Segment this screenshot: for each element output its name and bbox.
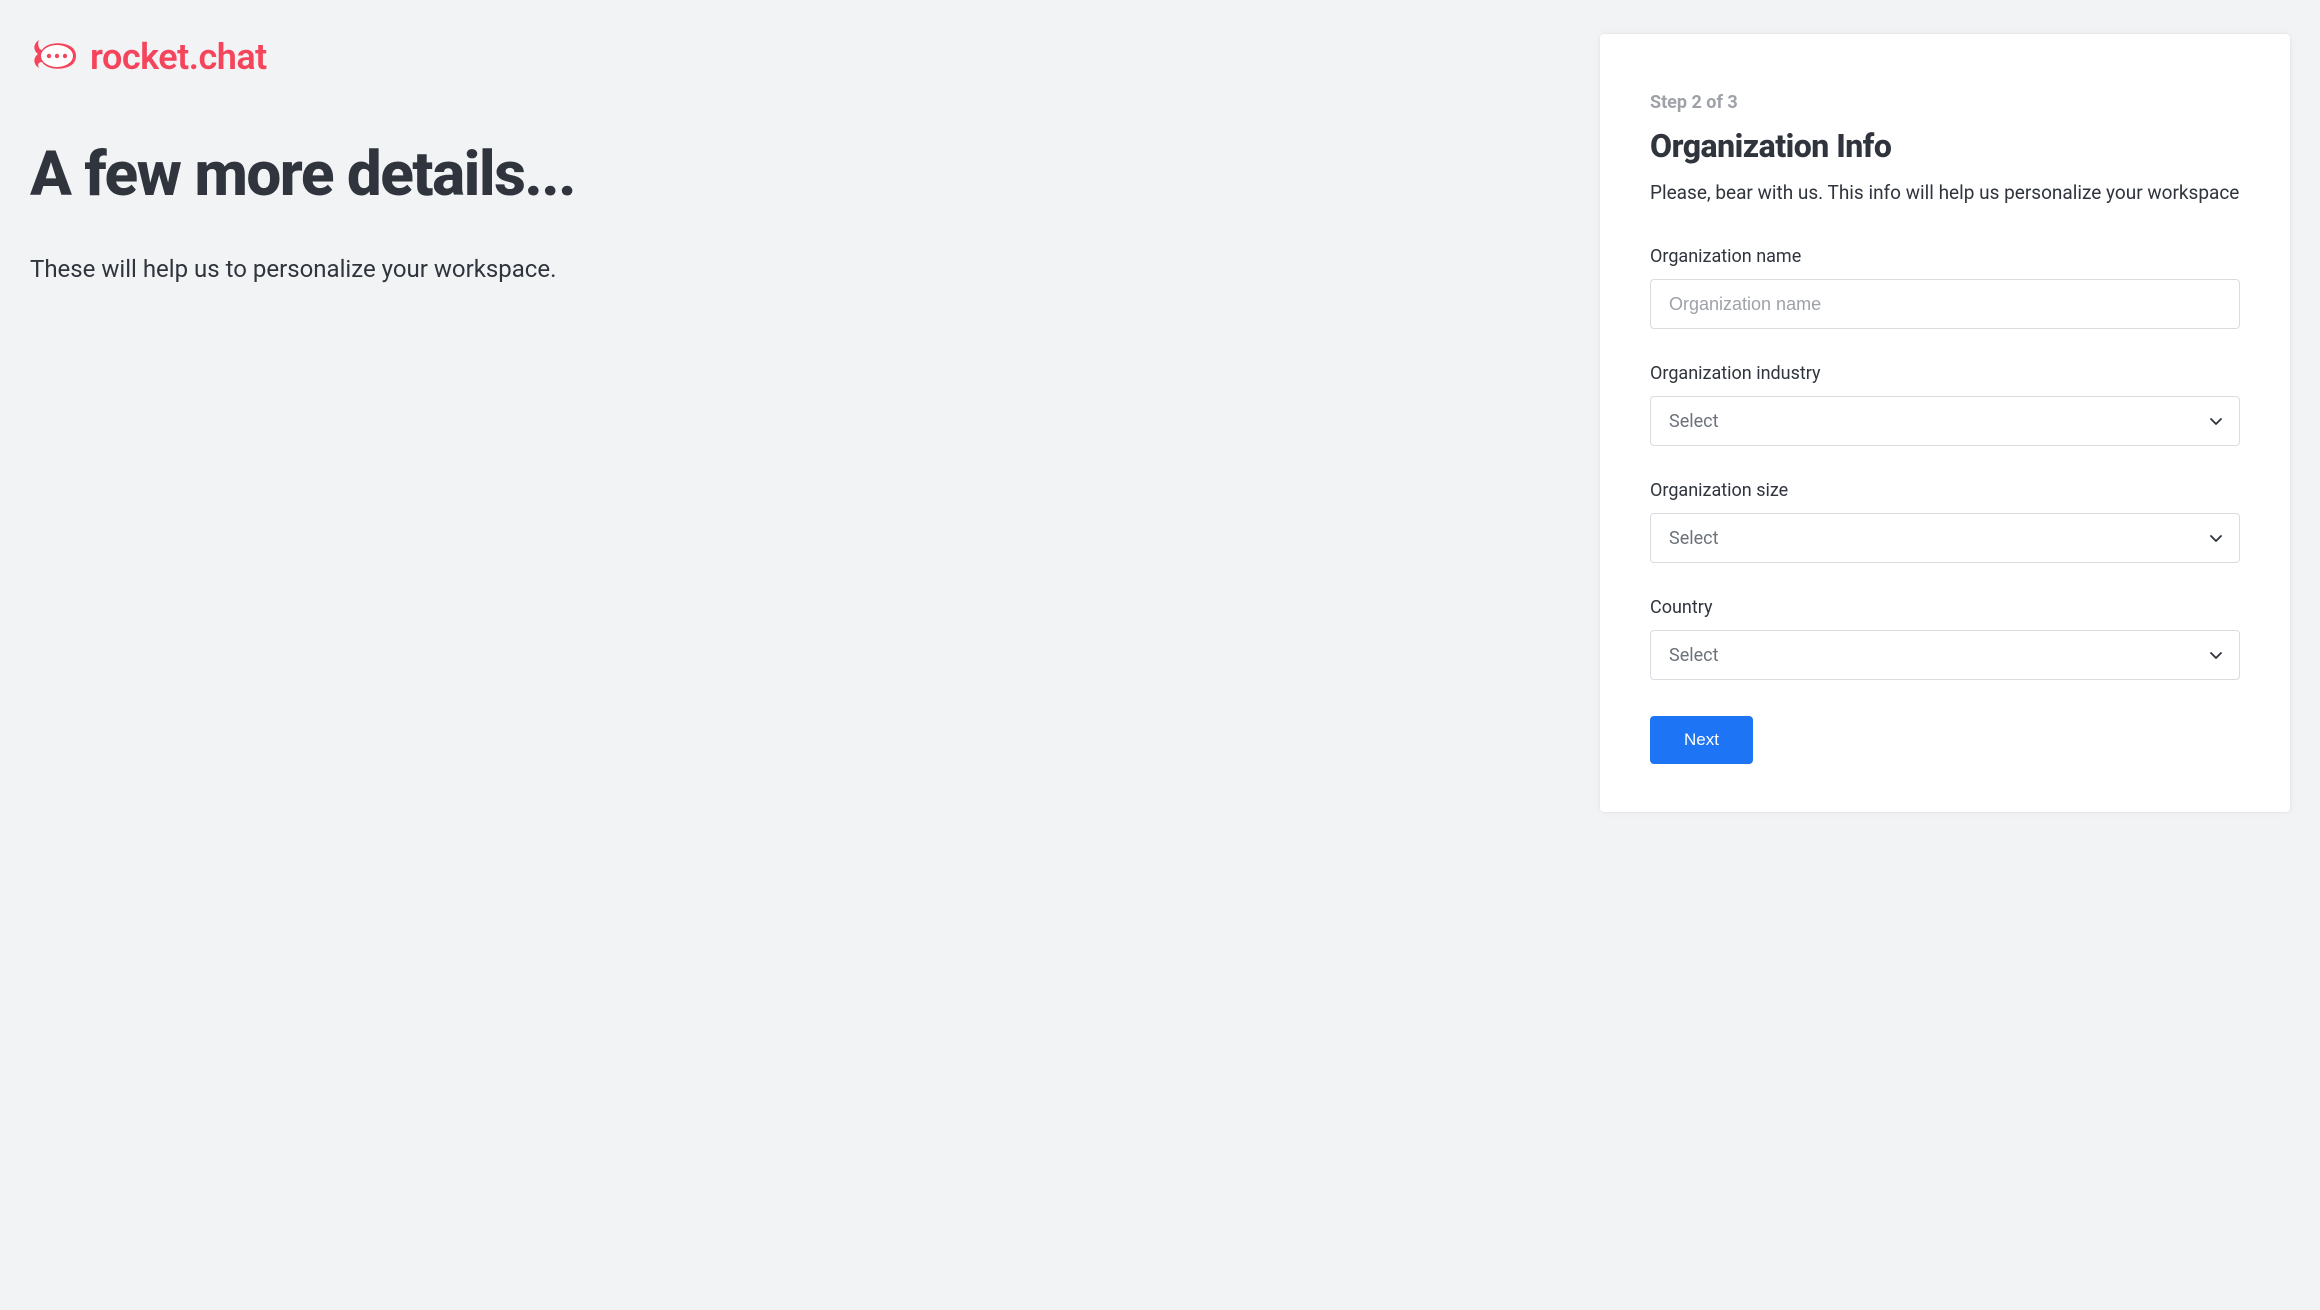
field-organization-size: Organization size Select <box>1650 480 2240 563</box>
org-name-input[interactable] <box>1650 279 2240 329</box>
org-size-label: Organization size <box>1650 480 2240 501</box>
org-size-select[interactable]: Select <box>1650 513 2240 563</box>
step-indicator: Step 2 of 3 <box>1650 92 2240 113</box>
right-panel: Step 2 of 3 Organization Info Please, be… <box>1600 0 2320 1310</box>
brand-logo: rocket.chat <box>30 36 1560 78</box>
page-subheadline: These will help us to personalize your w… <box>30 255 1560 283</box>
next-button[interactable]: Next <box>1650 716 1753 764</box>
form-subtitle: Please, bear with us. This info will hel… <box>1650 181 2240 204</box>
org-industry-label: Organization industry <box>1650 363 2240 384</box>
form-card: Step 2 of 3 Organization Info Please, be… <box>1600 34 2290 812</box>
org-size-selected: Select <box>1669 528 1718 549</box>
country-select[interactable]: Select <box>1650 630 2240 680</box>
field-country: Country Select <box>1650 597 2240 680</box>
form-title: Organization Info <box>1650 127 2240 165</box>
page-headline: A few more details... <box>30 142 1560 207</box>
left-panel: rocket.chat A few more details... These … <box>0 0 1600 1310</box>
brand-name: rocket.chat <box>90 36 267 78</box>
org-industry-selected: Select <box>1669 411 1718 432</box>
field-organization-name: Organization name <box>1650 246 2240 329</box>
country-label: Country <box>1650 597 2240 618</box>
country-selected: Select <box>1669 645 1718 666</box>
field-organization-industry: Organization industry Select <box>1650 363 2240 446</box>
org-name-label: Organization name <box>1650 246 2240 267</box>
rocketchat-icon <box>30 36 80 78</box>
org-industry-select[interactable]: Select <box>1650 396 2240 446</box>
